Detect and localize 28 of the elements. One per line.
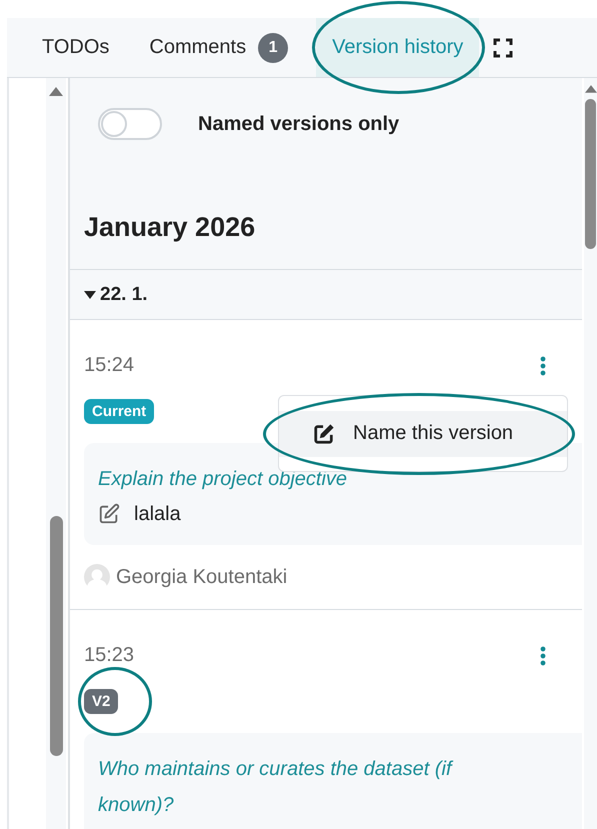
- more-options-icon[interactable]: [540, 356, 546, 376]
- scrollbar[interactable]: [46, 78, 66, 829]
- question-text: Who maintains or curates the dataset (if known)?: [98, 757, 454, 818]
- scroll-up-icon[interactable]: [584, 84, 596, 93]
- tab[interactable]: Comments 1: [129, 18, 308, 77]
- version-time: 15:23: [84, 644, 134, 667]
- more-options-icon[interactable]: [540, 646, 546, 666]
- scroll-thumb[interactable]: [585, 99, 596, 249]
- avatar-icon: [84, 564, 110, 590]
- version-time: 15:24: [84, 354, 134, 377]
- version-badge: V2: [84, 689, 118, 714]
- toggle-switch[interactable]: [98, 108, 162, 140]
- menu-item[interactable]: Name this version: [279, 410, 567, 456]
- scroll-up-icon[interactable]: [49, 86, 63, 96]
- tab[interactable]: TODOs: [22, 18, 130, 77]
- edit-icon: [313, 422, 335, 444]
- author-name: Georgia Koutentaki: [116, 566, 288, 588]
- toggle-label: Named versions only: [198, 112, 400, 136]
- caret-icon: [84, 290, 96, 298]
- count-badge: 1: [258, 32, 288, 62]
- scrollbar[interactable]: [584, 78, 597, 829]
- version-badge: Current: [84, 399, 154, 424]
- scroll-thumb[interactable]: [50, 516, 62, 756]
- edit-icon: [98, 503, 120, 525]
- fullscreen-icon[interactable]: [493, 38, 514, 58]
- month-heading: January 2026: [84, 212, 256, 243]
- answer-text: lalala: [134, 502, 181, 526]
- question-text: Explain the project objective: [98, 467, 348, 492]
